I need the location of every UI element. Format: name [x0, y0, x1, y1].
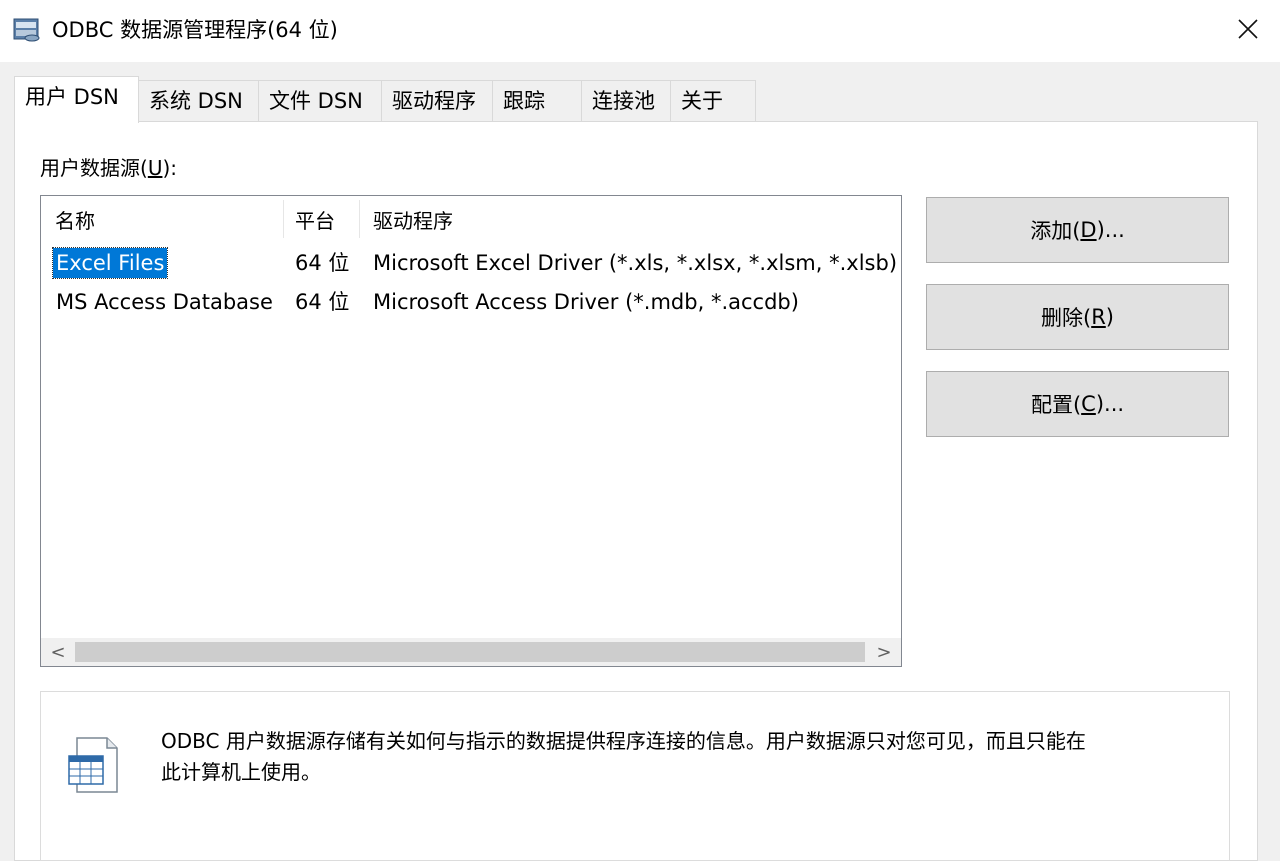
close-button[interactable] [1216, 0, 1280, 62]
tab-label: 关于 [681, 89, 723, 113]
tab-file-dsn[interactable]: 文件 DSN [258, 80, 382, 122]
remove-button[interactable]: 删除(R) [926, 284, 1229, 350]
button-label-suffix: ) [1105, 305, 1114, 329]
button-accesskey: R [1091, 305, 1106, 329]
horizontal-scrollbar[interactable]: < > [41, 638, 901, 666]
window-title: ODBC 数据源管理程序(64 位) [52, 18, 338, 42]
column-header-driver[interactable]: 驱动程序 [373, 208, 453, 234]
title-bar: ODBC 数据源管理程序(64 位) [0, 0, 1280, 62]
label-accesskey: U [147, 156, 163, 180]
tab-connection-pooling[interactable]: 连接池 [581, 80, 671, 122]
row-platform: 64 位 [295, 290, 350, 314]
tab-label: 文件 DSN [269, 89, 363, 113]
datasource-document-icon [63, 734, 125, 796]
info-line: ODBC 用户数据源存储有关如何与指示的数据提供程序连接的信息。用户数据源只对您… [161, 729, 1086, 753]
button-accesskey: D [1080, 218, 1097, 242]
table-row[interactable]: MS Access Database 64 位 Microsoft Access… [41, 285, 899, 323]
info-text: ODBC 用户数据源存储有关如何与指示的数据提供程序连接的信息。用户数据源只对您… [161, 726, 1201, 788]
tab-drivers[interactable]: 驱动程序 [381, 80, 493, 122]
scroll-right-icon[interactable]: > [867, 638, 901, 666]
close-icon [1237, 18, 1259, 44]
column-header-name[interactable]: 名称 [55, 208, 95, 234]
tab-user-dsn[interactable]: 用户 DSN [14, 76, 139, 123]
tab-label: 驱动程序 [392, 89, 476, 113]
tab-label: 系统 DSN [149, 89, 243, 113]
tab-label: 用户 DSN [25, 85, 119, 109]
button-label-prefix: 配置( [1030, 393, 1082, 417]
tab-about[interactable]: 关于 [670, 80, 756, 122]
scroll-left-icon[interactable]: < [41, 638, 75, 666]
configure-button[interactable]: 配置(C)... [926, 371, 1229, 437]
button-label-prefix: 添加( [1030, 219, 1081, 243]
datasource-list[interactable]: 名称 平台 驱动程序 Excel Files 64 位 Microsoft Ex… [40, 195, 902, 667]
add-button[interactable]: 添加(D)... [926, 197, 1229, 263]
label-suffix: ): [162, 156, 177, 180]
button-label-prefix: 删除( [1041, 306, 1092, 330]
row-driver: Microsoft Excel Driver (*.xls, *.xlsx, *… [373, 251, 898, 275]
button-label-suffix: )... [1095, 392, 1125, 416]
scrollbar-thumb[interactable] [75, 642, 865, 662]
odbc-app-icon [12, 15, 42, 45]
tab-system-dsn[interactable]: 系统 DSN [138, 80, 259, 122]
row-name: Excel Files [51, 247, 169, 279]
button-accesskey: C [1081, 392, 1096, 416]
button-label-suffix: )... [1096, 218, 1125, 242]
row-platform: 64 位 [295, 251, 350, 275]
tab-label: 连接池 [592, 89, 655, 113]
info-box: ODBC 用户数据源存储有关如何与指示的数据提供程序连接的信息。用户数据源只对您… [40, 691, 1230, 861]
tab-label: 跟踪 [503, 89, 545, 113]
column-separator[interactable] [359, 200, 360, 238]
column-header-platform[interactable]: 平台 [295, 208, 335, 234]
user-datasource-label: 用户数据源(U): [40, 155, 177, 181]
column-separator[interactable] [283, 200, 284, 238]
tab-bar: 用户 DSN 系统 DSN 文件 DSN 驱动程序 跟踪 连接池 关于 [14, 76, 1260, 123]
table-row[interactable]: Excel Files 64 位 Microsoft Excel Driver … [41, 246, 899, 284]
row-driver: Microsoft Access Driver (*.mdb, *.accdb) [373, 290, 799, 314]
label-prefix: 用户数据源( [40, 156, 148, 180]
row-name: MS Access Database [56, 290, 273, 314]
tab-tracing[interactable]: 跟踪 [492, 80, 582, 122]
info-line: 此计算机上使用。 [161, 760, 321, 784]
